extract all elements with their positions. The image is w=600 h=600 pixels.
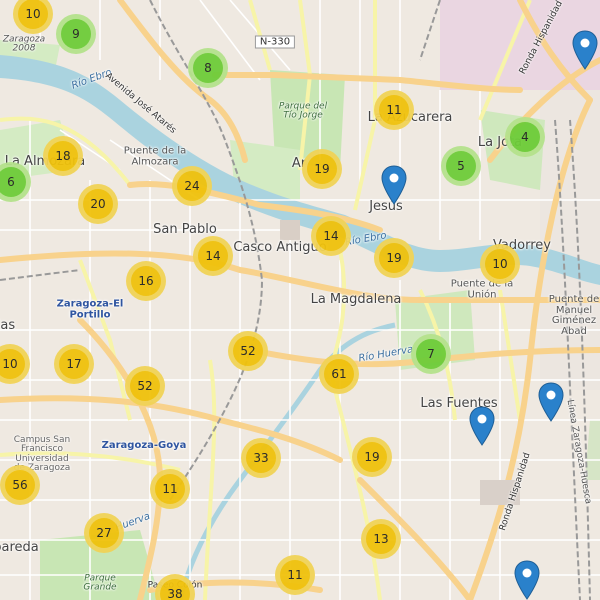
map-marker-pin-icon[interactable] <box>572 30 598 70</box>
cluster-count: 24 <box>177 171 207 201</box>
cluster-count: 10 <box>485 249 515 279</box>
cluster-count: 52 <box>233 336 263 366</box>
map-marker-pin-icon[interactable] <box>381 165 407 205</box>
label-puente-manuel-gimenez: Puente de Manuel Giménez Abad <box>548 294 600 337</box>
marker-cluster[interactable]: 14 <box>193 236 233 276</box>
cluster-count: 14 <box>316 221 346 251</box>
cluster-count: 61 <box>324 359 354 389</box>
label-san-pablo: San Pablo <box>153 222 217 238</box>
marker-cluster[interactable]: 4 <box>505 117 545 157</box>
map-view[interactable]: N-330 La Almozara San Pablo Casco Antigu… <box>0 0 600 600</box>
cluster-count: 18 <box>48 141 78 171</box>
cluster-count: 5 <box>446 151 476 181</box>
cluster-count: 38 <box>160 579 190 600</box>
cluster-count: 19 <box>357 442 387 472</box>
marker-cluster[interactable]: 27 <box>84 513 124 553</box>
marker-cluster[interactable]: 9 <box>56 14 96 54</box>
label-parede: pareda <box>0 540 39 556</box>
label-station-goya: Zaragoza-Goya <box>101 439 187 451</box>
marker-cluster[interactable]: 19 <box>374 238 414 278</box>
cluster-count: 27 <box>89 518 119 548</box>
label-parque-grande: Parque Grande <box>83 573 117 593</box>
marker-cluster[interactable]: 52 <box>228 331 268 371</box>
label-zaragoza-2008: Zaragoza 2008 <box>2 34 46 54</box>
marker-cluster[interactable]: 19 <box>302 149 342 189</box>
marker-cluster[interactable]: 5 <box>441 146 481 186</box>
marker-cluster[interactable]: 8 <box>188 48 228 88</box>
cluster-count: 17 <box>59 349 89 379</box>
cluster-count: 6 <box>0 167 26 197</box>
marker-cluster[interactable]: 14 <box>311 216 351 256</box>
cluster-count: 10 <box>18 0 48 29</box>
marker-cluster[interactable]: 11 <box>374 90 414 130</box>
label-puente-almozara: Puente de la Almozara <box>123 145 187 167</box>
cluster-count: 11 <box>155 474 185 504</box>
label-station-portillo: Zaragoza-El Portillo <box>56 298 124 320</box>
cluster-count: 13 <box>366 524 396 554</box>
marker-cluster[interactable]: 56 <box>0 465 40 505</box>
marker-cluster[interactable]: 10 <box>480 244 520 284</box>
marker-cluster[interactable]: 13 <box>361 519 401 559</box>
cluster-count: 52 <box>130 371 160 401</box>
cluster-count: 33 <box>246 443 276 473</box>
road-shield-n330: N-330 <box>254 35 296 49</box>
marker-cluster[interactable]: 61 <box>319 354 359 394</box>
cluster-count: 11 <box>280 560 310 590</box>
map-marker-pin-icon[interactable] <box>514 560 540 600</box>
cluster-count: 8 <box>193 53 223 83</box>
map-marker-pin-icon[interactable] <box>538 382 564 422</box>
cluster-count: 14 <box>198 241 228 271</box>
cluster-count: 4 <box>510 122 540 152</box>
marker-cluster[interactable]: 33 <box>241 438 281 478</box>
cluster-count: 56 <box>5 470 35 500</box>
marker-cluster[interactable]: 52 <box>125 366 165 406</box>
label-delicias: ias <box>0 318 16 334</box>
cluster-count: 19 <box>307 154 337 184</box>
marker-cluster[interactable]: 11 <box>150 469 190 509</box>
cluster-count: 10 <box>0 349 25 379</box>
marker-cluster[interactable]: 20 <box>78 184 118 224</box>
map-marker-pin-icon[interactable] <box>469 406 495 446</box>
cluster-count: 11 <box>379 95 409 125</box>
cluster-count: 20 <box>83 189 113 219</box>
marker-cluster[interactable]: 19 <box>352 437 392 477</box>
label-la-magdalena: La Magdalena <box>310 292 402 308</box>
marker-cluster[interactable]: 11 <box>275 555 315 595</box>
cluster-count: 16 <box>131 266 161 296</box>
marker-cluster[interactable]: 16 <box>126 261 166 301</box>
marker-cluster[interactable]: 7 <box>411 334 451 374</box>
cluster-count: 9 <box>61 19 91 49</box>
label-parque-tio-jorge: Parque del Tío Jorge <box>278 101 328 121</box>
cluster-count: 7 <box>416 339 446 369</box>
cluster-count: 19 <box>379 243 409 273</box>
marker-cluster[interactable]: 18 <box>43 136 83 176</box>
marker-cluster[interactable]: 17 <box>54 344 94 384</box>
marker-cluster[interactable]: 24 <box>172 166 212 206</box>
